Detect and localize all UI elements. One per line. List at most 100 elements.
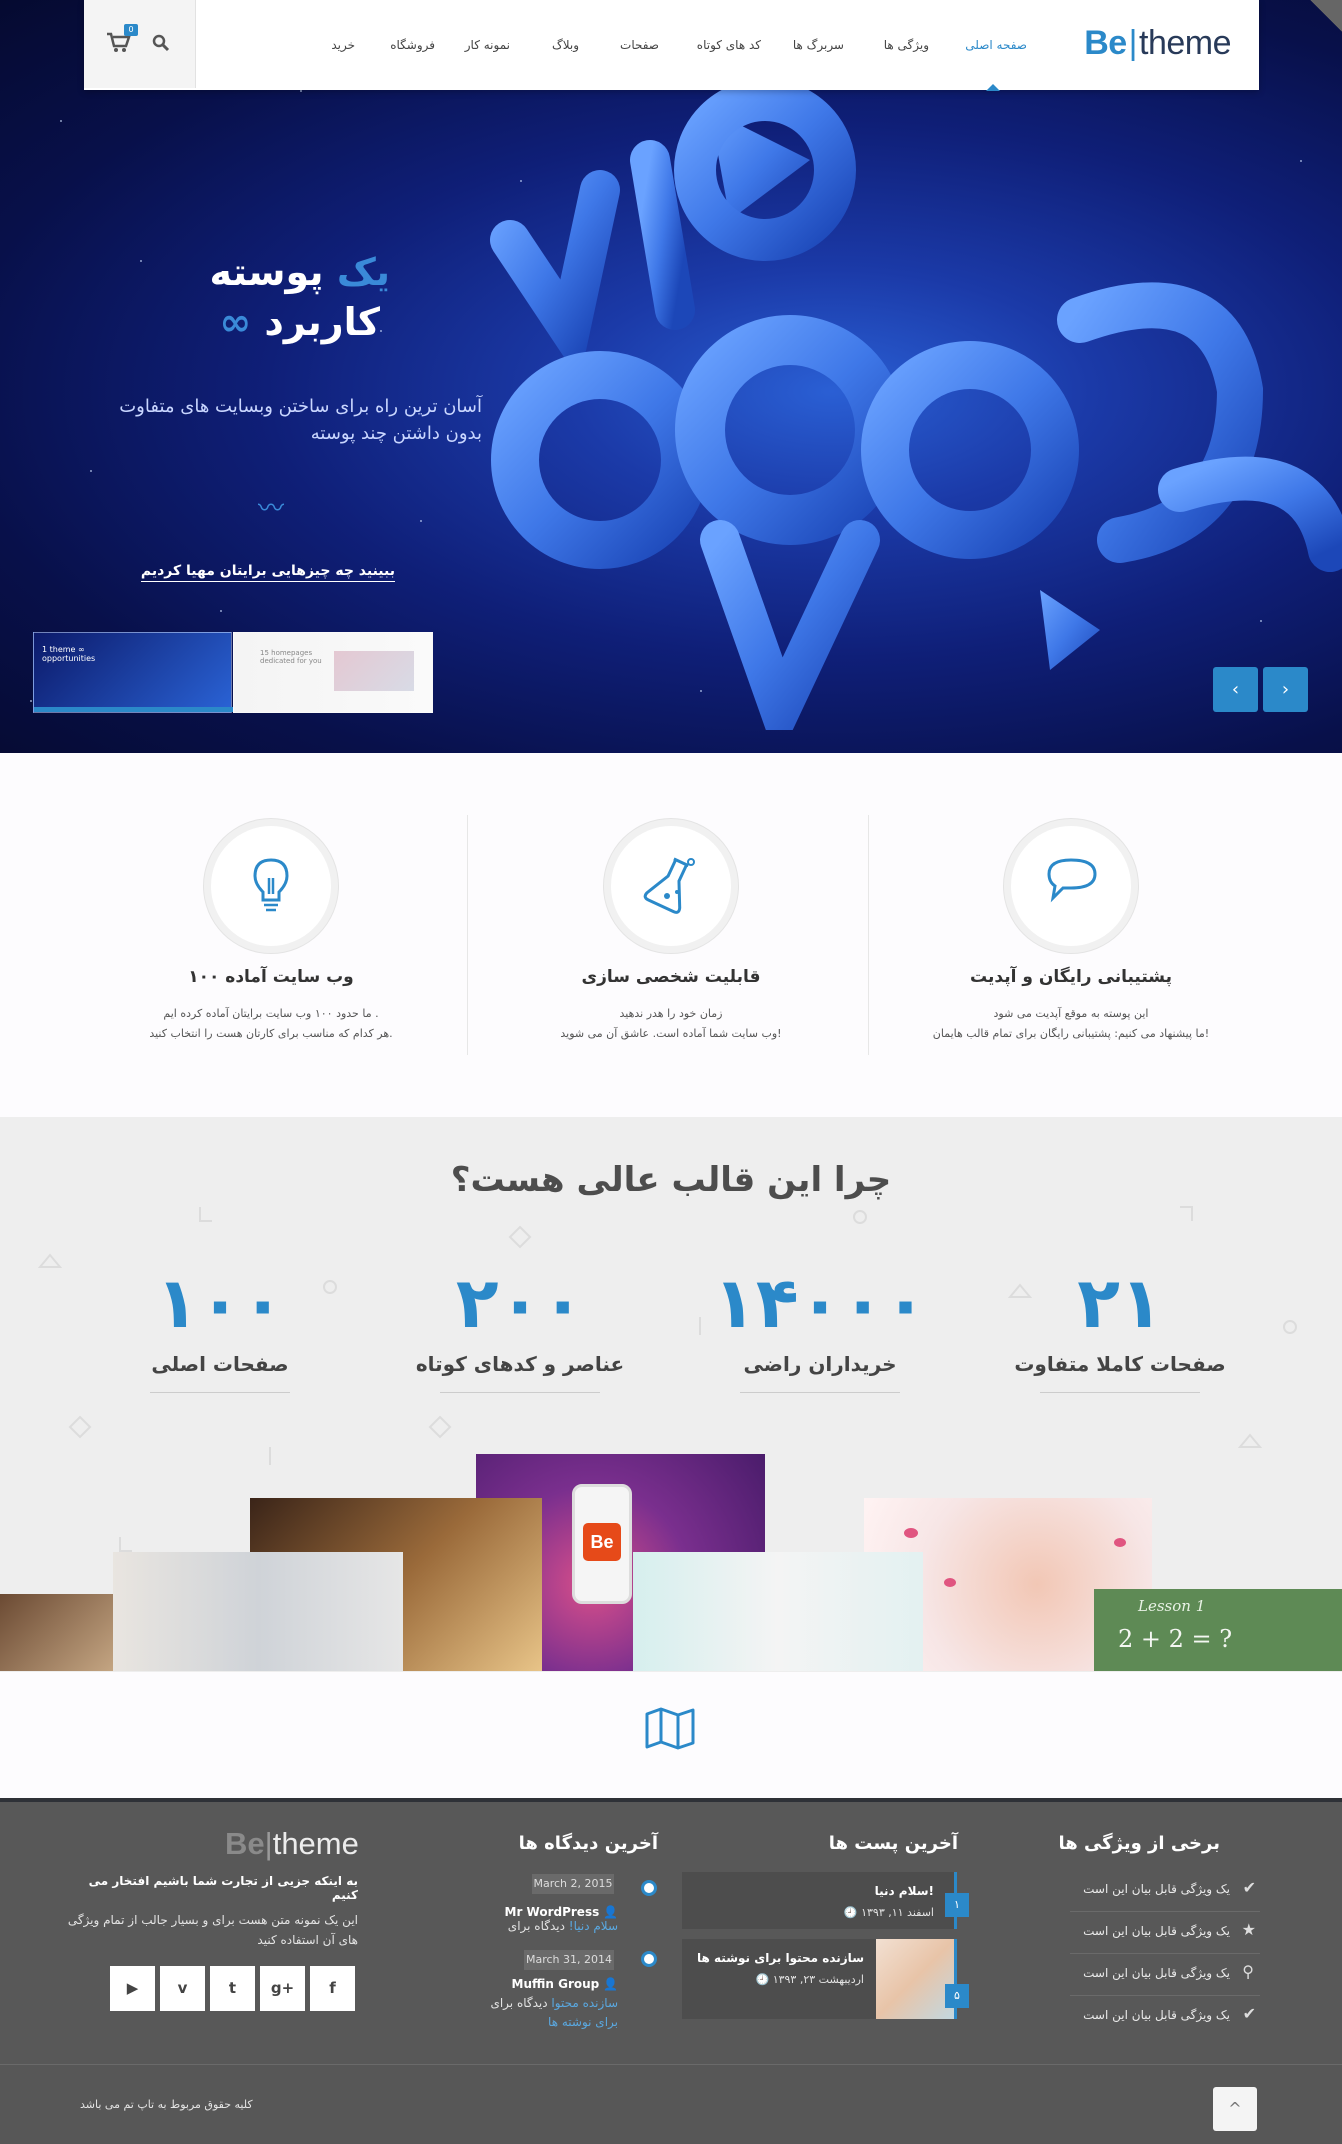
flask-icon bbox=[643, 857, 695, 914]
map-section bbox=[0, 1672, 1342, 1798]
list-item: یک ویژگی قابل بیان این است ✔ bbox=[1083, 2004, 1256, 2023]
slider-thumbnail-1[interactable]: 1 theme ∞ opportunities bbox=[33, 632, 233, 713]
check-icon: ✔ bbox=[1242, 1878, 1256, 1897]
recent-post-item[interactable]: سازنده محتوا برای نوشته ها 🕘 اردیبهشت ۲۳… bbox=[682, 1939, 957, 2019]
copyright-text: کلیه حقوق مربوط به تاپ تم می باشد bbox=[80, 2098, 253, 2111]
counter-underline bbox=[440, 1392, 600, 1393]
search-icon[interactable] bbox=[152, 34, 170, 52]
feature-support-title: پشتیبانی رایگان و آپدیت bbox=[970, 967, 1172, 987]
post-title[interactable]: سلام دنیا! bbox=[875, 1884, 934, 1898]
betheme-logo[interactable]: Be|theme bbox=[1084, 24, 1231, 63]
youtube-icon[interactable]: ▶ bbox=[110, 1966, 155, 2011]
slider-next-button[interactable]: › bbox=[1263, 667, 1308, 712]
comment-post-link[interactable]: سازنده محتوا bbox=[551, 1996, 618, 2010]
feature-divider bbox=[467, 815, 468, 1055]
cart-count-badge: 0 bbox=[124, 24, 138, 36]
comment-post-link[interactable]: سلام دنیا! bbox=[569, 1919, 618, 1933]
list-item: یک ویژگی قابل بیان این است ✔ bbox=[1070, 1870, 1260, 1912]
comment-text: Mr WordPress 👤 سلام دنیا! دیدگاه برای bbox=[504, 1905, 619, 1933]
counter-value: ۱۰۰ bbox=[155, 1262, 285, 1344]
twitter-icon[interactable]: t bbox=[210, 1966, 255, 2011]
counter-value: ۱۴۰۰۰ bbox=[713, 1262, 927, 1344]
feature-sites-title: ۱۰۰ وب سایت آماده bbox=[188, 967, 354, 987]
counter-label: صفحات کاملا متفاوت bbox=[1014, 1352, 1226, 1376]
nav-item-portfolio[interactable]: نمونه کار bbox=[465, 38, 510, 52]
comment-post-link-cont[interactable]: برای نوشته ها bbox=[548, 2015, 618, 2029]
hero-title-line1: یک پوسته bbox=[210, 246, 390, 298]
counter-label: عناصر و کدهای کوتاه bbox=[415, 1352, 625, 1376]
recent-post-item[interactable]: سلام دنیا! 🕘 اسفند ۱۱, ۱۳۹۳ bbox=[682, 1872, 957, 1929]
comment-date: March 2, 2015 bbox=[532, 1874, 614, 1894]
timeline-dot bbox=[641, 1951, 657, 1967]
timeline-dot bbox=[641, 1880, 657, 1896]
hero-title-text: پوسته bbox=[209, 250, 324, 294]
comment-author[interactable]: Muffin Group bbox=[512, 1977, 600, 1991]
hero-title-line2: ∞ کاربرد bbox=[219, 296, 380, 348]
comment-date: March 31, 2014 bbox=[524, 1950, 614, 1970]
nav-item-home[interactable]: صفحه اصلی bbox=[965, 38, 1027, 52]
counter-underline bbox=[150, 1392, 290, 1393]
infinity-icon: ∞ bbox=[219, 300, 252, 344]
nav-item-shortcodes[interactable]: کد های کوتاه bbox=[697, 38, 761, 52]
nav-item-pages[interactable]: صفحات bbox=[620, 38, 659, 52]
feature-support-icon-circle bbox=[1011, 826, 1131, 946]
hero-cta-link[interactable]: ببینید چه چیزهایی برایتان مهیا کردیم bbox=[140, 563, 395, 582]
hero-title-accent: یک bbox=[336, 250, 390, 294]
post-comment-badge: ۵ bbox=[945, 1984, 969, 2008]
nav-item-blog[interactable]: وبلاگ bbox=[552, 38, 579, 52]
post-title[interactable]: سازنده محتوا برای نوشته ها bbox=[697, 1951, 864, 1965]
speech-bubble-icon bbox=[1047, 858, 1097, 903]
hero-3d-letters-image bbox=[490, 79, 1342, 730]
feature-custom-icon-circle bbox=[611, 826, 731, 946]
be-app-icon: Be bbox=[583, 1523, 621, 1561]
location-pin-icon: ⚲ bbox=[1242, 1962, 1254, 1981]
hero-subtitle-line1: آسان ترین راه برای ساختن وبسایت های متفا… bbox=[119, 396, 482, 417]
nav-utility-area: 0 bbox=[84, 0, 196, 88]
slider-thumbnail-2[interactable]: 15 homepages dedicated for you bbox=[233, 632, 433, 713]
list-item: یک ویژگی قابل بیان این است ★ bbox=[1070, 1912, 1260, 1954]
google-plus-icon[interactable]: g+ bbox=[260, 1966, 305, 2011]
lesson-chalk-text: Lesson 1 bbox=[1138, 1597, 1206, 1615]
nav-item-buy[interactable]: خرید bbox=[331, 38, 355, 52]
feature-support-text: این پوسته به موقع آپدیت می شود ما پیشنهاد… bbox=[932, 1007, 1210, 1040]
active-thumb-indicator bbox=[34, 707, 233, 712]
nav-item-shop[interactable]: فروشگاه bbox=[390, 38, 435, 52]
hero-subtitle-line2: بدون داشتن چند پوسته bbox=[310, 423, 482, 444]
counter-label: خریداران راضی bbox=[743, 1352, 897, 1376]
facebook-icon[interactable]: f bbox=[310, 1966, 355, 2011]
counter-value: ۲۰۰ bbox=[455, 1262, 585, 1344]
post-thumbnail bbox=[876, 1939, 954, 2019]
counter-underline bbox=[740, 1392, 900, 1393]
footer-about-text: این یک نمونه متن هست برای و بسیار جالب ا… bbox=[67, 1913, 358, 1947]
counter-underline bbox=[1040, 1392, 1200, 1393]
footer-comments-heading: آخرین دیدگاه ها bbox=[518, 1833, 658, 1854]
hero-slider: یک پوسته ∞ کاربرد آسان ترین راه برای ساخ… bbox=[0, 0, 1342, 753]
vimeo-icon[interactable]: v bbox=[160, 1966, 205, 2011]
map-icon[interactable] bbox=[644, 1706, 696, 1750]
counter-value: ۲۱ bbox=[1077, 1262, 1163, 1344]
comment-author[interactable]: Mr WordPress bbox=[505, 1905, 600, 1919]
active-menu-indicator bbox=[986, 84, 1000, 91]
nav-item-features[interactable]: ویژگی ها bbox=[884, 38, 929, 52]
list-item: یک ویژگی قابل بیان این است ⚲ bbox=[1070, 1954, 1260, 1996]
post-comment-badge: ۱ bbox=[945, 1893, 969, 1917]
collage-doctor-image bbox=[633, 1552, 923, 1671]
footer-about-tagline: به اینکه جزیی از تجارت شما باشیم افتخار … bbox=[88, 1874, 358, 1902]
post-date: 🕘 اسفند ۱۱, ۱۳۹۳ bbox=[843, 1906, 934, 1919]
nav-item-headers[interactable]: سربرگ ها bbox=[793, 38, 844, 52]
slider-prev-button[interactable]: ‹ bbox=[1213, 667, 1258, 712]
why-title: چرا این قالب عالی هست؟ bbox=[450, 1160, 892, 1200]
thumbnail-2-caption: 15 homepages dedicated for you bbox=[260, 649, 322, 665]
feature-divider bbox=[868, 815, 869, 1055]
footer-logo[interactable]: Be|theme bbox=[225, 1826, 359, 1862]
lightbulb-icon bbox=[253, 858, 289, 912]
hero-title2-text: کاربرد bbox=[264, 300, 380, 344]
phone-shape: Be bbox=[572, 1484, 632, 1604]
footer-posts-heading: آخرین پست ها bbox=[828, 1833, 958, 1854]
back-to-top-button[interactable]: ^ bbox=[1213, 2087, 1257, 2131]
corner-ribbon[interactable] bbox=[1310, 0, 1342, 32]
thumbnail-2-preview bbox=[334, 651, 414, 691]
feature-custom-text: زمان خود را هدر ندهید وب سایت شما آماده ا… bbox=[560, 1007, 782, 1040]
comment-text: Muffin Group 👤 سازنده محتوا دیدگاه برای … bbox=[490, 1977, 618, 2029]
feature-sites-icon-circle bbox=[211, 826, 331, 946]
